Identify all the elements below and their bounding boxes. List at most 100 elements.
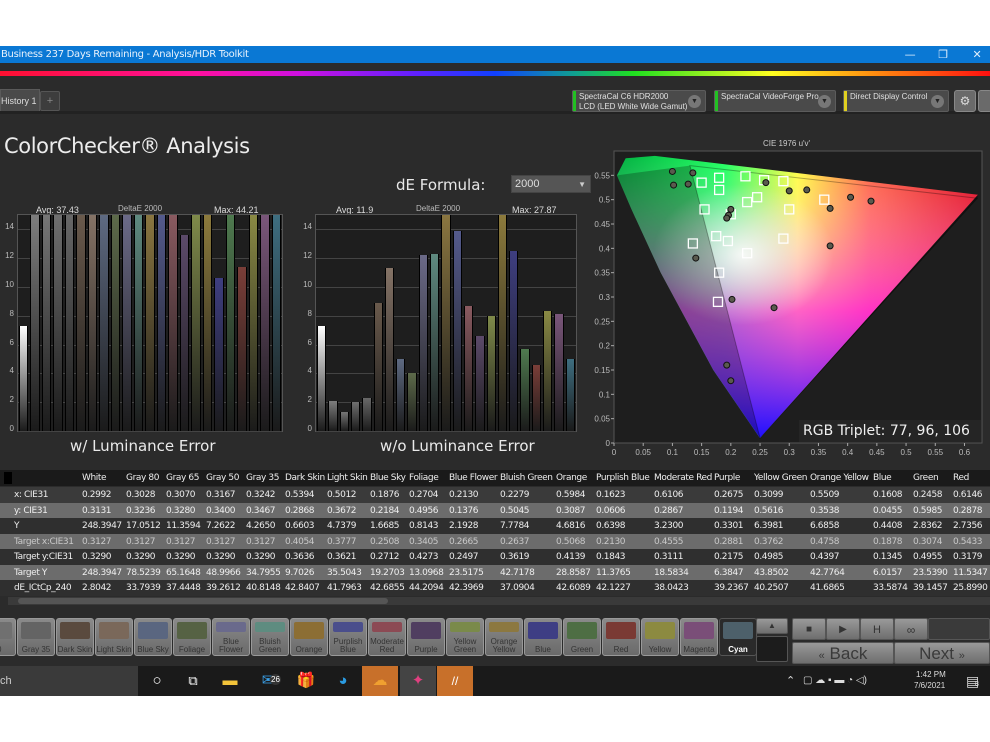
column-header[interactable]: Purplish Blue (596, 470, 650, 486)
swatch-blue-sky[interactable]: Blue Sky (134, 618, 172, 656)
close-button[interactable]: ✕ (962, 46, 990, 63)
swatch-magenta[interactable]: Magenta (680, 618, 718, 656)
y-tick-label: 0.35 (594, 269, 610, 278)
table-cell: 0.3099 (754, 490, 784, 500)
chart-with-luminance: Avg: 37.43 DeltaE 2000 Max: 44.21 w/ Lum… (0, 201, 300, 461)
table-cell: 65.1648 (166, 567, 201, 578)
column-header[interactable]: White (82, 470, 107, 486)
column-header[interactable]: Gray 65 (166, 470, 199, 486)
table-cell: 248.3947 (82, 567, 122, 578)
swatch-red[interactable]: Red (602, 618, 640, 656)
table-cell: 17.0512 (126, 521, 161, 531)
settings-button[interactable]: ⚙ (954, 90, 976, 112)
table-scrollbar[interactable] (8, 597, 990, 605)
swatch-blue-flower[interactable]: Blue Flower (212, 618, 250, 656)
swatch-purplish-blue[interactable]: Purplish Blue (329, 618, 367, 656)
swatch-50[interactable]: 50 (0, 618, 16, 656)
back-button[interactable]: « Back (792, 642, 894, 664)
column-header[interactable]: Blue (873, 470, 892, 486)
bar-gray-65 (41, 215, 52, 431)
swatch-gray-35[interactable]: Gray 35 (17, 618, 55, 656)
column-header[interactable]: Orange (556, 470, 587, 486)
mail-icon[interactable]: ✉ 26 (250, 666, 286, 696)
swatch-light-skin[interactable]: Light Skin (95, 618, 133, 656)
swatch-bluish-green[interactable]: Bluish Green (251, 618, 289, 656)
table-cell: 9.7026 (285, 567, 315, 578)
table-cell: 0.2712 (370, 552, 400, 562)
tab-history-1[interactable]: History 1 (0, 89, 40, 111)
column-header[interactable]: Light Skin (327, 470, 368, 486)
gift-icon[interactable]: 🎁 (288, 666, 324, 696)
cortana-icon[interactable]: ○ (139, 666, 175, 696)
cloud-app-icon[interactable]: ☁ (362, 666, 398, 696)
back-label: Back (829, 644, 868, 663)
column-header[interactable]: Foliage (409, 470, 439, 486)
stop-button[interactable]: ■ (792, 618, 826, 640)
swatch-blue[interactable]: Blue (524, 618, 562, 656)
bar-gray-80 (30, 215, 40, 431)
swatch-foliage[interactable]: Foliage (173, 618, 211, 656)
add-tab-button[interactable]: + (40, 91, 60, 111)
table-cell: 0.2175 (714, 552, 744, 562)
swatch-color (567, 622, 597, 639)
column-header[interactable]: Gray 80 (126, 470, 159, 486)
column-header[interactable]: Purple (714, 470, 740, 486)
swatch-label: Blue Flower (218, 637, 243, 654)
edge-icon[interactable]: ◕ (325, 666, 361, 696)
column-header[interactable]: Bluish Green (500, 470, 553, 486)
app-icon[interactable]: // (437, 666, 473, 696)
column-header[interactable]: Red (953, 470, 969, 486)
swatch-moderate-red[interactable]: Moderate Red (368, 618, 406, 656)
column-header[interactable]: Dark Skin (285, 470, 325, 486)
restore-button[interactable]: ❐ (928, 46, 958, 63)
loop-button[interactable]: ∞ (894, 618, 928, 640)
task-view-icon[interactable]: ⧉ (175, 666, 211, 696)
swatch-cyan[interactable]: Cyan (719, 618, 757, 656)
tray-overflow-icon[interactable]: ⌃ (786, 666, 795, 696)
x-tick-label: 0.35 (811, 448, 827, 457)
file-explorer-icon[interactable]: ▬ (212, 666, 248, 696)
swatch-label: Purplish Blue (333, 637, 363, 654)
swatch-color (489, 622, 519, 632)
swatch-yellow-green[interactable]: Yellow Green (446, 618, 484, 656)
gridline (316, 431, 576, 432)
table-cell: 0.3236 (126, 505, 156, 516)
taskbar-search[interactable]: ch (0, 666, 138, 696)
swatch-dark-skin[interactable]: Dark Skin (56, 618, 94, 656)
bar-green (520, 348, 530, 431)
table-cell: 0.3290 (206, 552, 236, 562)
column-header[interactable]: Orange Yellow (810, 470, 869, 486)
bar-foliage (110, 215, 121, 431)
column-header[interactable]: Gray 50 (206, 470, 239, 486)
clock-date[interactable]: 7/6/2021 (914, 671, 945, 696)
title-bar: Business 237 Days Remaining - Analysis/H… (0, 46, 990, 63)
rgb-triplet: RGB Triplet: 77, 96, 106 (799, 420, 981, 442)
swatch-green[interactable]: Green (563, 618, 601, 656)
generator-select[interactable]: SpectraCal VideoForge Pro ▼ (714, 90, 836, 112)
column-header[interactable]: Gray 35 (246, 470, 279, 486)
column-header[interactable]: Green (913, 470, 939, 486)
table-cell: 0.4955 (913, 552, 943, 562)
column-header[interactable]: Moderate Red (654, 470, 712, 486)
meter-select[interactable]: SpectraCal C6 HDR2000 LCD (LED White Wid… (572, 90, 706, 112)
column-header[interactable]: Blue Sky (370, 470, 406, 486)
swatch-yellow[interactable]: Yellow (641, 618, 679, 656)
de-formula-select[interactable]: 2000 ▼ (511, 175, 591, 193)
extra-button[interactable] (978, 90, 990, 112)
swatch-orange-yellow[interactable]: Orange Yellow (485, 618, 523, 656)
table-cell: 6.6858 (810, 521, 840, 531)
display-control-select[interactable]: Direct Display Control ▼ (843, 90, 949, 112)
column-header[interactable]: Blue Flower (449, 470, 498, 486)
scrollbar-thumb[interactable] (18, 598, 388, 604)
swatch-orange[interactable]: Orange (290, 618, 328, 656)
column-header[interactable]: Yellow Green (754, 470, 807, 486)
table-cell: 41.6865 (810, 583, 845, 593)
swatch-up-button[interactable]: ▲ (756, 618, 788, 634)
table-cell: 7.2622 (206, 521, 236, 531)
notification-icon[interactable]: ▤ 8 (966, 666, 979, 696)
hold-button[interactable]: H (860, 618, 894, 640)
play-button[interactable]: ▶ (826, 618, 860, 640)
calman-icon[interactable]: ✦ (400, 666, 436, 696)
swatch-purple[interactable]: Purple (407, 618, 445, 656)
minimize-button[interactable]: — (895, 46, 925, 63)
